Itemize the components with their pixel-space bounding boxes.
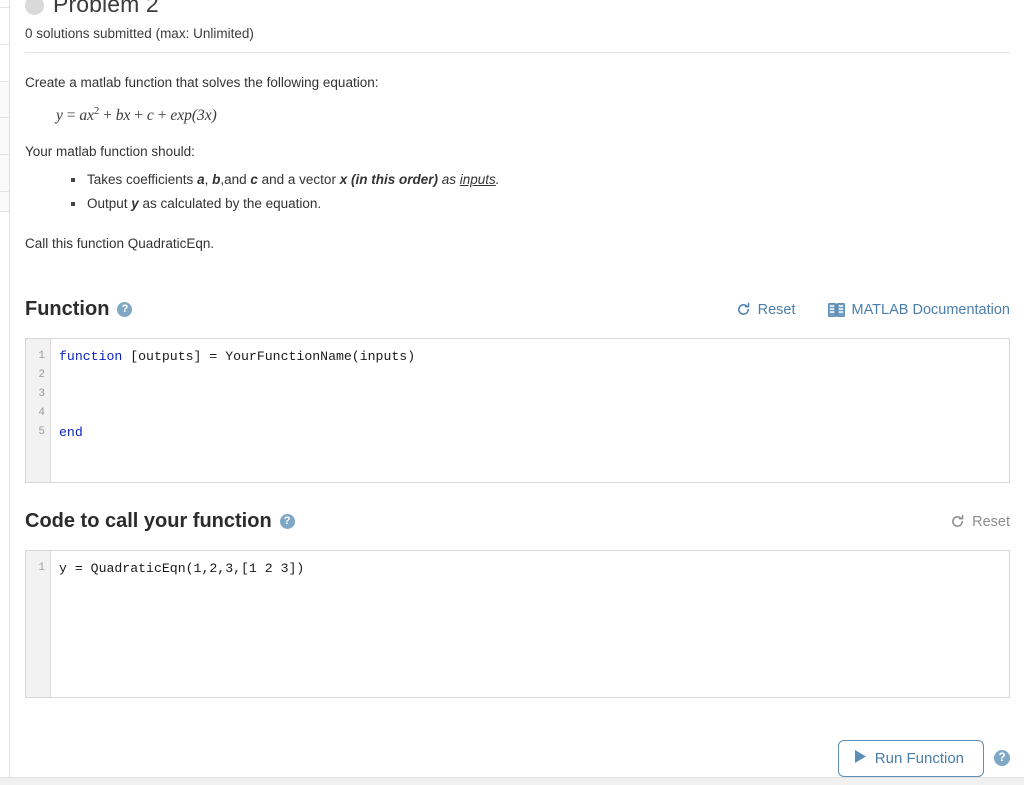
req2-output-y: y	[131, 195, 139, 211]
code-keyword: end	[59, 424, 83, 440]
req2-post: as calculated by the equation.	[138, 195, 322, 211]
function-editor-gutter: 1 2 3 4 5	[26, 338, 51, 482]
list-item: Output y as calculated by the equation.	[71, 194, 1010, 214]
matlab-documentation-link[interactable]: MATLAB Documentation	[827, 301, 1011, 318]
equation-plus-1: +	[103, 106, 112, 124]
function-section-header: Function ? Reset MATLAB Documentation	[25, 297, 1010, 323]
equation-term1-var: x	[87, 106, 95, 124]
requirements-list: Takes coefficients a, b,and c and a vect…	[25, 170, 1010, 213]
req1-end: .	[495, 172, 500, 188]
req1-coef-c: c	[250, 172, 258, 188]
page-title: Problem 2	[53, 0, 159, 17]
req2-pre: Output	[87, 195, 132, 211]
book-icon	[827, 302, 845, 317]
line-number: 3	[38, 387, 45, 400]
call-editor-gutter: 1	[26, 550, 51, 697]
call-toolbar: Reset	[950, 514, 1010, 530]
line-number: 1	[38, 561, 45, 574]
line-number: 2	[38, 368, 45, 381]
function-reset-button[interactable]: Reset	[736, 302, 796, 318]
problem-title-row: Problem 2	[25, 0, 1010, 21]
code-line: y = QuadraticEqn(1,2,3,[1 2 3])	[59, 559, 1009, 578]
equation-equals: =	[66, 106, 76, 124]
equation-term4: exp(3x)	[170, 106, 217, 124]
equation-plus-2: +	[134, 106, 144, 124]
code-text: [outputs] = YourFunctionName(inputs)	[122, 348, 416, 364]
solutions-submitted-text: 0 solutions submitted (max: Unlimited)	[25, 26, 254, 41]
problem-header: Problem 2 0 solutions submitted (max: Un…	[11, 0, 1024, 41]
statement-call-line: Call this function QuadraticEqn.	[25, 236, 215, 252]
call-section-header: Code to call your function ? Reset	[25, 509, 1010, 535]
equation-term1-coef: a	[79, 106, 88, 124]
code-keyword: function	[59, 348, 123, 364]
equation-plus-3: +	[157, 106, 167, 124]
run-function-button[interactable]: Run Function	[837, 739, 984, 777]
req1-mid: and a vector	[257, 172, 340, 188]
code-text: y = QuadraticEqn(1,2,3,[1 2 3])	[59, 560, 305, 576]
footer-strip	[0, 777, 1024, 785]
line-number: 5	[38, 425, 45, 438]
help-icon[interactable]: ?	[279, 514, 295, 530]
call-section-title: Code to call your function	[25, 510, 272, 533]
call-editor-text[interactable]: y = QuadraticEqn(1,2,3,[1 2 3])	[51, 551, 1009, 697]
call-reset-label: Reset	[972, 513, 1010, 530]
function-code-editor[interactable]: 1 2 3 4 5 function [outputs] = YourFunct…	[25, 337, 1010, 483]
code-line: function [outputs] = YourFunctionName(in…	[59, 347, 1009, 366]
equation: y = ax2 + bx + c + exp(3x)	[56, 106, 1010, 125]
rail-list-item[interactable]	[0, 155, 9, 192]
line-number: 4	[38, 406, 45, 419]
circle-status-icon	[25, 0, 44, 15]
code-line: end	[59, 423, 1009, 442]
refresh-icon	[736, 302, 751, 317]
problem-list-rail[interactable]	[0, 0, 10, 785]
function-reset-label: Reset	[757, 301, 796, 318]
rail-list-item[interactable]	[0, 0, 9, 8]
statement-intro: Create a matlab function that solves the…	[25, 75, 379, 90]
function-title-group: Function ?	[25, 298, 133, 321]
run-function-label: Run Function	[874, 749, 964, 767]
rail-list-item[interactable]	[0, 82, 9, 118]
req1-sep1: ,	[204, 172, 213, 188]
problem-panel: Problem 2 0 solutions submitted (max: Un…	[11, 0, 1024, 785]
call-function-section: Code to call your function ? Reset 1 y =…	[11, 509, 1024, 698]
equation-lhs: y	[56, 106, 63, 124]
help-icon[interactable]: ?	[994, 750, 1010, 766]
req1-vector-x: x (in this order)	[339, 172, 438, 188]
help-icon[interactable]: ?	[117, 302, 133, 318]
req1-sep2: ,and	[220, 172, 251, 188]
matlab-documentation-label: MATLAB Documentation	[851, 301, 1011, 318]
equation-term1-exponent: 2	[94, 105, 100, 117]
play-icon	[854, 749, 866, 767]
line-number: 1	[38, 349, 45, 362]
problem-statement: Create a matlab function that solves the…	[11, 73, 1024, 254]
call-code-editor[interactable]: 1 y = QuadraticEqn(1,2,3,[1 2 3])	[25, 549, 1010, 698]
equation-term3: c	[146, 106, 154, 124]
req1-inputs: inputs	[459, 172, 496, 188]
header-divider	[25, 52, 1010, 53]
function-section-title: Function	[25, 298, 110, 321]
list-item: Takes coefficients a, b,and c and a vect…	[71, 170, 1010, 190]
refresh-icon	[950, 514, 965, 529]
run-bar: Run Function ?	[11, 738, 1024, 778]
function-toolbar: Reset MATLAB Documentation	[736, 302, 1010, 318]
rail-list-item[interactable]	[0, 8, 9, 45]
equation-term2: bx	[115, 106, 131, 124]
req1-as: as	[437, 172, 460, 188]
call-reset-button[interactable]: Reset	[950, 514, 1010, 530]
function-editor-text[interactable]: function [outputs] = YourFunctionName(in…	[51, 339, 1009, 482]
req1-pre: Takes coefficients	[87, 172, 198, 188]
rail-list-item[interactable]	[0, 118, 9, 155]
req1-coef-a: a	[197, 172, 205, 188]
statement-should-line: Your matlab function should:	[25, 143, 195, 159]
rail-list-item[interactable]	[0, 45, 9, 82]
rail-list-item[interactable]	[0, 192, 9, 212]
function-section: Function ? Reset MATLAB Documentation 1 …	[11, 297, 1024, 483]
call-title-group: Code to call your function ?	[25, 510, 295, 533]
